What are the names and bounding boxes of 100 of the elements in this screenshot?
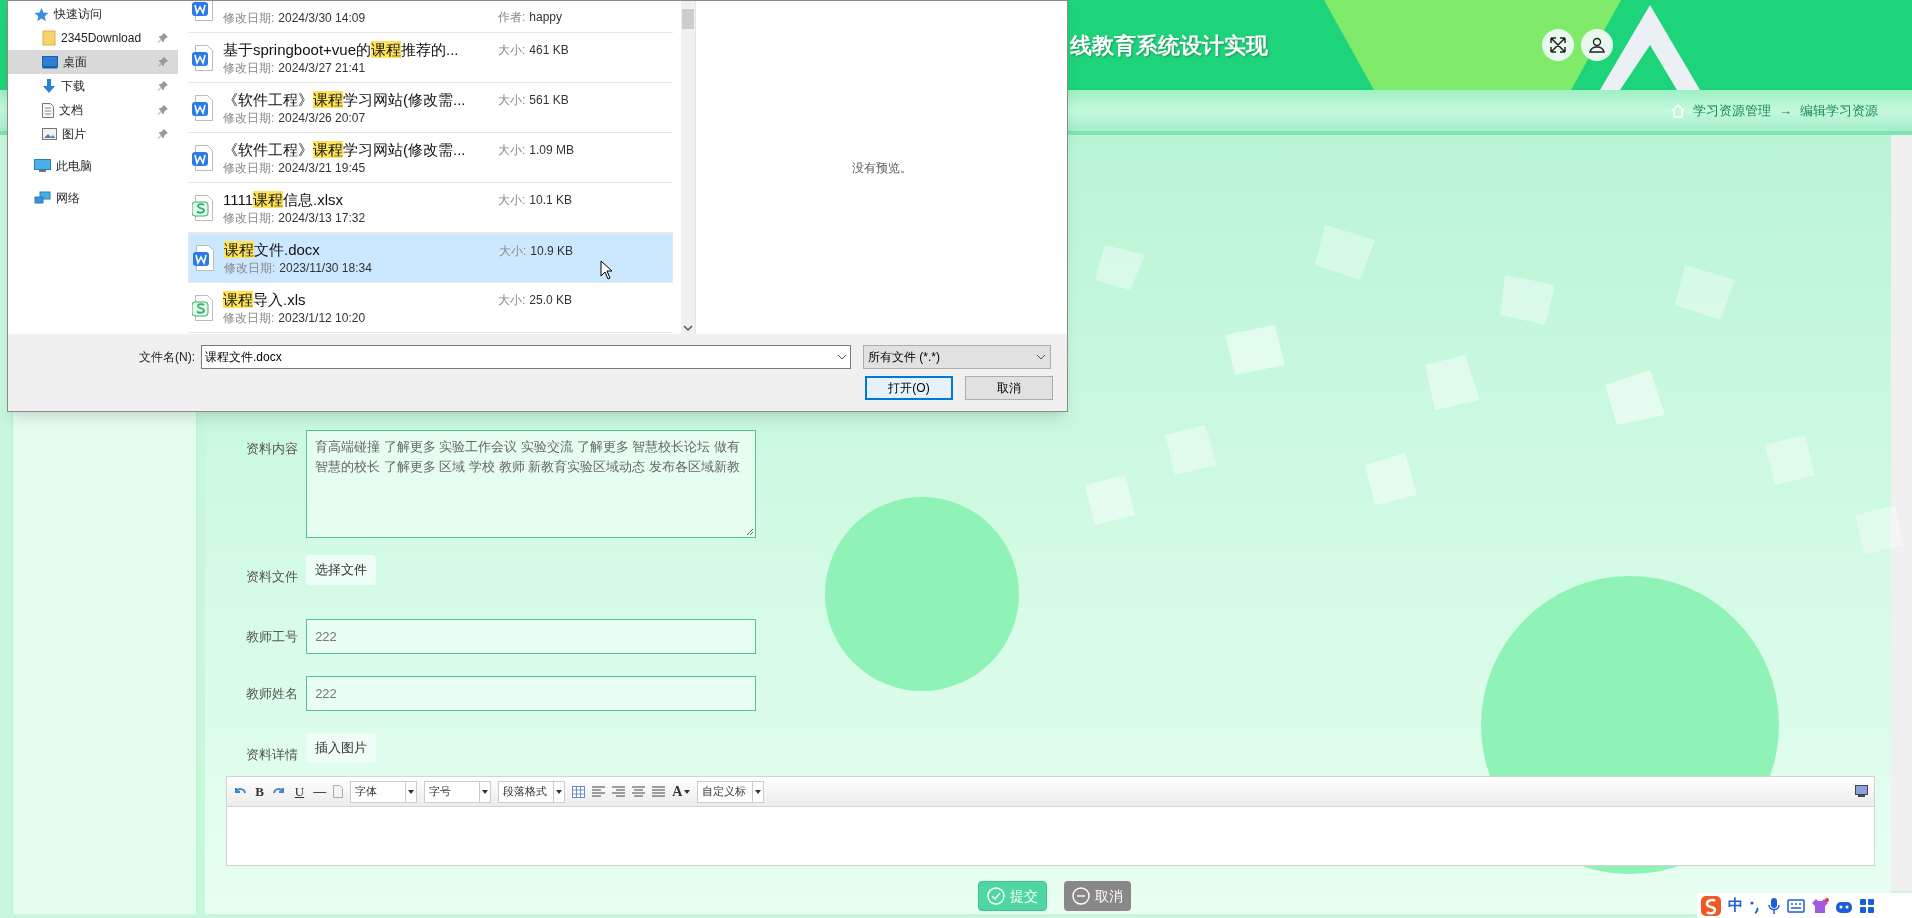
file-name: 课程文件.docx [224, 240, 321, 260]
file-row[interactable]: 课程导入.xls 修改日期: 2023/1/12 10:20 大小: 25.0 KB [188, 283, 673, 333]
open-button[interactable]: 打开(O) [865, 376, 953, 400]
caret-icon [684, 789, 691, 794]
document-icon [42, 102, 54, 118]
nav-item[interactable]: 网络 [8, 186, 178, 210]
file-info: 461 KB [529, 42, 569, 59]
toolbar-dropdown[interactable]: 自定义标 [697, 780, 765, 803]
word-document-icon [192, 44, 214, 71]
align-right-icon[interactable] [612, 786, 626, 797]
toolbar-dropdown[interactable]: 字号 [424, 780, 492, 803]
pin-icon[interactable] [158, 129, 168, 139]
align-center-icon[interactable] [632, 786, 646, 797]
justify-icon[interactable] [652, 786, 666, 797]
info-label: 大小: [498, 92, 526, 109]
word-document-icon [193, 245, 215, 271]
keyboard-icon[interactable] [1787, 898, 1805, 913]
nav-item[interactable]: 图片 [8, 122, 178, 146]
breadcrumb-link[interactable]: 编辑学习资源 [1800, 100, 1878, 121]
scrollbar[interactable] [681, 1, 695, 334]
check-circle-icon [987, 887, 1006, 905]
shirt-icon[interactable] [1811, 897, 1829, 914]
file-type-dropdown[interactable]: 所有文件 (*.*) [863, 345, 1051, 369]
caret-icon [556, 789, 563, 794]
word-document-icon [192, 94, 214, 121]
modified-date: 2024/3/26 20:07 [278, 109, 366, 126]
user-button[interactable] [1581, 29, 1613, 61]
bold-button[interactable]: B [253, 781, 266, 802]
dropdown-caret-icon [837, 354, 847, 360]
file-row[interactable]: 修改日期: 2024/3/30 14:09 作者: happy [188, 1, 673, 33]
file-info: happy [529, 9, 563, 26]
caret-icon [482, 789, 489, 794]
file-info: 10.9 KB [530, 243, 574, 260]
date-label: 修改日期: [223, 9, 275, 26]
align-left-icon[interactable] [592, 786, 606, 797]
modified-date: 2024/3/21 19:45 [278, 159, 366, 176]
pin-icon[interactable] [158, 33, 168, 43]
minus-circle-icon [1072, 887, 1091, 905]
ime-logo-icon[interactable] [1700, 894, 1722, 917]
field-label: 资料详情 [245, 745, 300, 764]
file-row[interactable]: 基于springboot+vue的课程推荐的... 修改日期: 2024/3/27 21:41 大小: 461 KB [188, 33, 673, 83]
page-icon[interactable] [333, 785, 344, 798]
picture-icon [42, 128, 57, 140]
dropdown-caret-icon [1036, 354, 1046, 360]
spreadsheet-icon [192, 294, 214, 321]
pin-icon[interactable] [158, 105, 168, 115]
content-textarea[interactable]: 育高端碰撞 了解更多 实验工作会议 实验交流 了解更多 智慧校长论坛 做有智慧的校长 了解更多 区域 学校 教师 新教育实验区域动态 发布各区域新教 [306, 430, 757, 538]
scroll-down-icon[interactable] [683, 324, 693, 332]
breadcrumb-link[interactable]: 学习资源管理 [1693, 100, 1771, 121]
toolbar-dropdown[interactable]: 段落格式 [498, 780, 566, 803]
file-info: 10.1 KB [529, 192, 573, 209]
home-icon [1671, 103, 1685, 118]
pin-icon[interactable] [158, 57, 168, 67]
star-icon [34, 6, 49, 22]
file-row[interactable]: 《软件工程》课程学习网站(修改需... 修改日期: 2024/3/21 19:45 大小: 1.09 MB [188, 133, 673, 183]
user-icon [1588, 36, 1606, 54]
caret-icon [755, 789, 762, 794]
nav-item[interactable]: 此电脑 [8, 154, 178, 178]
filename-field[interactable]: 课程文件.docx [201, 345, 851, 369]
underline-button[interactable]: U [292, 781, 307, 802]
breadcrumb-separator: → [1779, 101, 1792, 120]
scrollbar[interactable] [1891, 135, 1912, 891]
nav-item[interactable]: 快速访问 [8, 2, 178, 26]
resize-grip-icon[interactable] [746, 528, 755, 536]
nav-item[interactable]: 下载 [8, 74, 178, 98]
cursor-icon [600, 260, 614, 280]
fullscreen-icon [1549, 36, 1567, 54]
file-name: 课程导入.xls [223, 289, 307, 310]
system-title: 线教育系统设计实现 [1070, 31, 1268, 60]
horizontal-rule-button[interactable]: — [313, 781, 327, 802]
caret-icon [408, 789, 415, 794]
modified-date: 2023/1/12 10:20 [278, 309, 366, 326]
text-input-field[interactable]: 222 [306, 618, 757, 654]
cancel-button[interactable]: 取消 [1064, 881, 1132, 911]
modified-date: 2024/3/30 14:09 [278, 9, 366, 26]
nav-item[interactable]: 2345Download [8, 26, 178, 50]
info-label: 大小: [498, 192, 526, 209]
input-mode-indicator[interactable]: 中 [1728, 894, 1743, 917]
preview-message: 没有预览。 [851, 159, 912, 177]
nav-item[interactable]: 桌面 [8, 50, 178, 74]
word-document-icon [192, 144, 214, 171]
preview-icon [1855, 785, 1869, 797]
file-info: 561 KB [529, 92, 569, 109]
file-row[interactable]: 课程文件.docx 修改日期: 2023/11/30 18:34 大小: 10.9 KB [188, 233, 673, 283]
file-row[interactable]: 《软件工程》课程学习网站(修改需... 修改日期: 2024/3/26 20:07 大小: 561 KB [188, 83, 673, 133]
choose-file-button[interactable]: 插入图片 [306, 732, 377, 763]
text-input-field[interactable]: 222 [306, 675, 757, 711]
font-color-button[interactable]: A [672, 781, 691, 802]
spreadsheet-icon [192, 194, 214, 221]
grid-icon[interactable] [1859, 897, 1875, 914]
info-label: 大小: [498, 42, 526, 59]
table-icon[interactable] [572, 785, 586, 798]
pin-icon[interactable] [158, 81, 168, 91]
nav-item[interactable]: 文档 [8, 98, 178, 122]
toolbar-dropdown[interactable]: 字体 [350, 780, 418, 803]
choose-file-button[interactable]: 选择文件 [306, 555, 377, 585]
cancel-button[interactable]: 取消 [965, 376, 1053, 400]
microphone-icon[interactable] [1767, 896, 1781, 915]
scrollbar-thumb[interactable] [682, 9, 694, 29]
file-name: 基于springboot+vue的课程推荐的... [223, 39, 460, 60]
